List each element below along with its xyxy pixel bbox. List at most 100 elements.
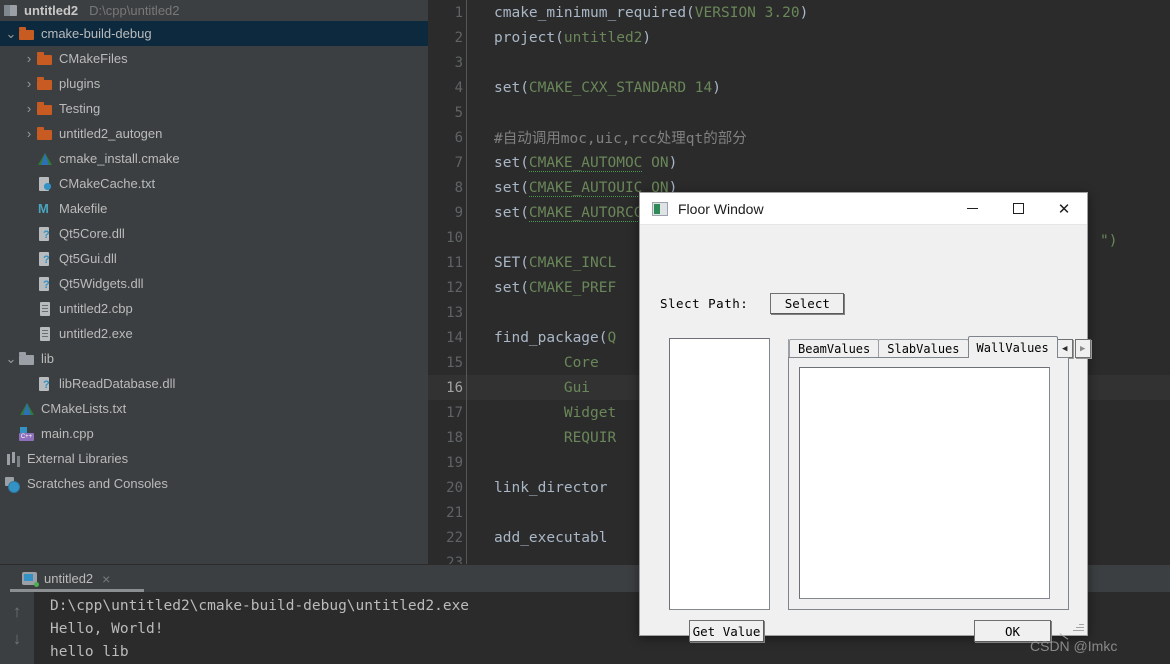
module-icon (4, 5, 17, 16)
code-line[interactable]: 2 project(untitled2) (428, 25, 1170, 50)
line-content: #自动调用moc,uic,rcc处理qt的部分 (494, 131, 747, 147)
tree-item-untitled2-exe[interactable]: untitled2.exe (0, 321, 428, 346)
tree-item-label: cmake-build-debug (41, 26, 152, 41)
scroll-up-icon[interactable]: ↑ (13, 598, 22, 625)
tree-item-label: Qt5Core.dll (59, 226, 125, 241)
file-icon (36, 301, 54, 317)
code-line[interactable]: 1 cmake_minimum_required(VERSION 3.20) (428, 0, 1170, 25)
chevron-right-icon[interactable]: › (22, 51, 36, 66)
tree-item-plugins[interactable]: › plugins (0, 71, 428, 96)
folder-icon (36, 101, 54, 117)
app-root: untitled2 D:\cpp\untitled2 ⌄ cmake-build-… (0, 0, 1170, 664)
no-chevron (22, 278, 36, 289)
tree-item-cmakecache-txt[interactable]: CMakeCache.txt (0, 171, 428, 196)
tab-slabvalues[interactable]: SlabValues (878, 339, 969, 358)
path-list-box[interactable] (669, 338, 770, 610)
scroll-down-icon[interactable]: ↓ (13, 625, 22, 652)
code-line[interactable]: 3 (428, 50, 1170, 75)
tree-item-external-libraries[interactable]: External Libraries (0, 446, 428, 471)
tab-beamvalues[interactable]: BeamValues (789, 339, 880, 358)
wall-values-box[interactable] (799, 367, 1050, 599)
tree-item-cmakelists-txt[interactable]: CMakeLists.txt (0, 396, 428, 421)
chevron-right-icon[interactable]: › (22, 101, 36, 116)
tab-strip[interactable]: BeamValues SlabValues WallValues ◀ ▶ (788, 336, 1091, 358)
dialog-body: Slect Path: Select BeamValues SlabValues W… (640, 225, 1091, 642)
select-button[interactable]: Select (770, 293, 845, 314)
tree-item-qt5core-dll[interactable]: Qt5Core.dll (0, 221, 428, 246)
folder-gray-icon (18, 351, 36, 367)
no-chevron (22, 178, 36, 189)
gutter-divider (466, 0, 467, 564)
tree-item-main-cpp[interactable]: main.cpp (0, 421, 428, 446)
line-content: set(CMAKE_CXX_STANDARD 14) (494, 79, 721, 96)
tree-item-makefile[interactable]: Makefile (0, 196, 428, 221)
project-name: untitled2 (24, 3, 79, 18)
tree-item-label: main.cpp (41, 426, 94, 441)
file-icon (36, 326, 54, 342)
get-value-button[interactable]: Get Value (689, 620, 764, 642)
tab-scroll-left-icon[interactable]: ◀ (1056, 339, 1073, 358)
console-output-line: hello lib (50, 644, 129, 660)
txt-gear-icon (36, 176, 54, 192)
tree-item-testing[interactable]: › Testing (0, 96, 428, 121)
close-button[interactable]: ✕ (1041, 193, 1087, 225)
no-chevron (22, 328, 36, 339)
tree-item-cmake-install-cmake[interactable]: cmake_install.cmake (0, 146, 428, 171)
tree-item-cmakefiles[interactable]: › CMakeFiles (0, 46, 428, 71)
line-content: set(CMAKE_PREF (494, 279, 617, 296)
tree-item-lib[interactable]: ⌄ lib (0, 346, 428, 371)
line-content: link_director (494, 479, 608, 496)
minimize-button[interactable] (949, 193, 995, 225)
unknown-file-icon (36, 251, 54, 267)
cmake-icon (18, 401, 36, 417)
folder-icon (36, 126, 54, 142)
tree-item-untitled2-cbp[interactable]: untitled2.cbp (0, 296, 428, 321)
line-content: cmake_minimum_required(VERSION 3.20) (494, 4, 809, 21)
watermark: CSDN @Imkc (1030, 638, 1118, 654)
cpp-icon (18, 426, 36, 442)
no-chevron (22, 253, 36, 264)
chevron-down-icon[interactable]: ⌄ (4, 26, 18, 42)
tab-wallvalues[interactable]: WallValues (967, 336, 1058, 358)
code-line[interactable]: 5 (428, 100, 1170, 125)
chevron-down-icon[interactable]: ⌄ (4, 351, 18, 367)
console-tab-label: untitled2 (44, 571, 94, 586)
chevron-right-icon[interactable]: › (22, 126, 36, 141)
tree-item-label: Testing (59, 101, 101, 116)
app-icon (652, 201, 668, 216)
unknown-file-icon (36, 376, 54, 392)
select-path-label: Slect Path: (660, 296, 749, 311)
tree-item-qt5widgets-dll[interactable]: Qt5Widgets.dll (0, 271, 428, 296)
line-content: Widget (494, 404, 617, 421)
tree-item-qt5gui-dll[interactable]: Qt5Gui.dll (0, 246, 428, 271)
console-output: D:\cpp\untitled2\cmake-build-debug\untit… (34, 592, 469, 664)
values-tab-widget: BeamValues SlabValues WallValues ◀ ▶ (788, 336, 1091, 610)
tree-item-cmake-build-debug[interactable]: ⌄ cmake-build-debug (0, 21, 428, 46)
tab-scroll-right-icon[interactable]: ▶ (1074, 339, 1091, 358)
select-path-row: Slect Path: Select (660, 293, 845, 314)
no-chevron (22, 303, 36, 314)
tree-item-libreaddatabase-dll[interactable]: libReadDatabase.dll (0, 371, 428, 396)
folder-icon (36, 51, 54, 67)
folder-icon (18, 26, 36, 42)
project-tree[interactable]: ⌄ cmake-build-debug › CMakeFiles › plugins › Te… (0, 21, 428, 496)
code-line[interactable]: 4 set(CMAKE_CXX_STANDARD 14) (428, 75, 1170, 100)
close-icon[interactable]: × (102, 571, 110, 587)
tree-item-label: CMakeFiles (59, 51, 128, 66)
tree-item-scratches-and-consoles[interactable]: Scratches and Consoles (0, 471, 428, 496)
code-line[interactable]: 7 set(CMAKE_AUTOMOC ON) (428, 150, 1170, 175)
tree-item-label: libReadDatabase.dll (59, 376, 176, 391)
line-content: set(CMAKE_AUTOMOC ON) (494, 154, 678, 172)
dialog-title-bar[interactable]: Floor Window ✕ (640, 193, 1087, 225)
chevron-right-icon[interactable]: › (22, 76, 36, 91)
project-tool-window: untitled2 D:\cpp\untitled2 ⌄ cmake-build-… (0, 0, 428, 564)
floor-window-dialog[interactable]: Floor Window ✕ Slect Path: Select BeamVa… (639, 192, 1091, 642)
maximize-button[interactable] (995, 193, 1041, 225)
line-content: Gui (494, 379, 591, 396)
line-content: SET(CMAKE_INCL (494, 254, 617, 271)
tree-item-untitled2-autogen[interactable]: › untitled2_autogen (0, 121, 428, 146)
no-chevron (22, 153, 36, 164)
console-output-line: D:\cpp\untitled2\cmake-build-debug\untit… (50, 598, 470, 614)
code-line[interactable]: 6 #自动调用moc,uic,rcc处理qt的部分 (428, 125, 1170, 150)
resize-grip[interactable] (1072, 620, 1084, 632)
